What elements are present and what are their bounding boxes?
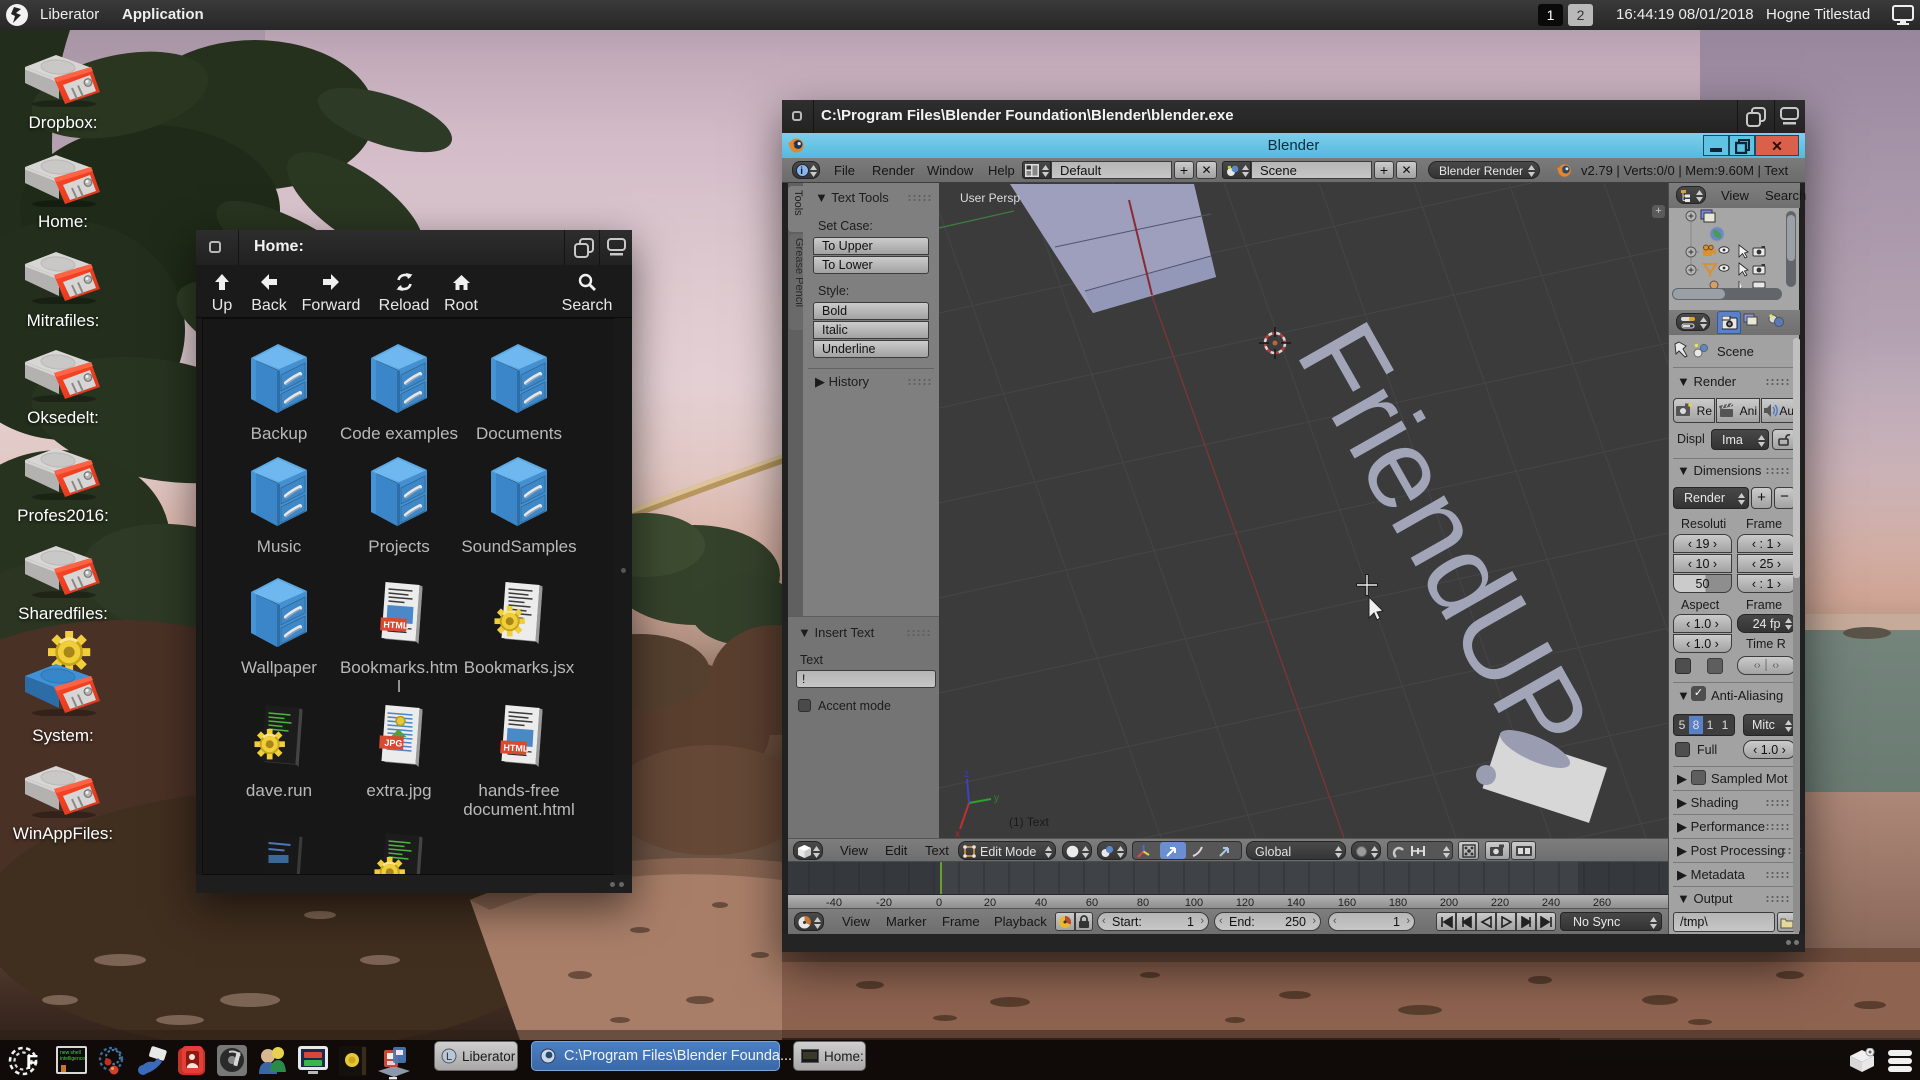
svg-text:L: L bbox=[446, 1051, 452, 1063]
svg-text:F: F bbox=[26, 1052, 38, 1074]
svg-text:100: 100 bbox=[1185, 897, 1203, 908]
svg-text:220: 220 bbox=[1491, 897, 1509, 908]
svg-text:60: 60 bbox=[1086, 897, 1098, 908]
svg-text:200: 200 bbox=[1440, 897, 1458, 908]
svg-text:z: z bbox=[964, 769, 969, 780]
svg-text:140: 140 bbox=[1287, 897, 1305, 908]
svg-text:120: 120 bbox=[1236, 897, 1254, 908]
svg-text:i: i bbox=[800, 166, 803, 177]
svg-text:-40: -40 bbox=[826, 897, 842, 908]
svg-text:240: 240 bbox=[1542, 897, 1560, 908]
svg-text:160: 160 bbox=[1338, 897, 1356, 908]
svg-text:260: 260 bbox=[1593, 897, 1611, 908]
svg-text:-20: -20 bbox=[876, 897, 892, 908]
svg-text:80: 80 bbox=[1137, 897, 1149, 908]
svg-text:y: y bbox=[994, 793, 999, 804]
svg-text:0: 0 bbox=[936, 897, 942, 908]
svg-text:20: 20 bbox=[984, 897, 996, 908]
svg-text:x: x bbox=[955, 829, 960, 838]
svg-text:40: 40 bbox=[1035, 897, 1047, 908]
svg-text:180: 180 bbox=[1389, 897, 1407, 908]
